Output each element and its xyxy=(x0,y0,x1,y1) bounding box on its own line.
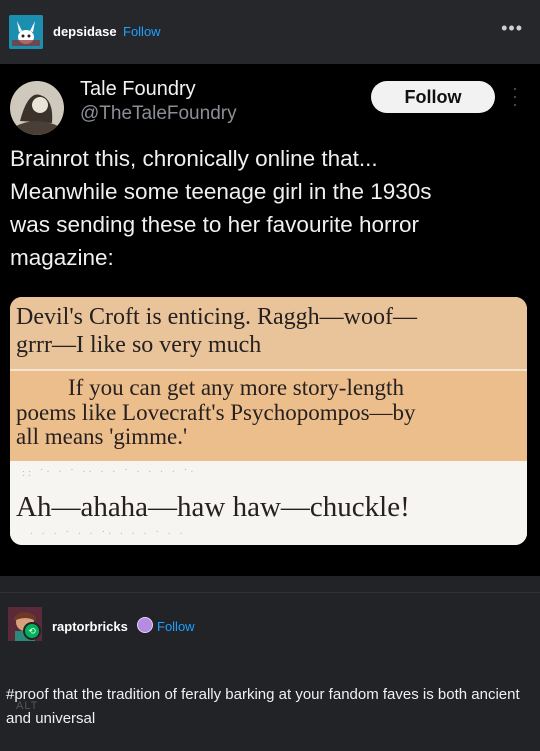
clipping-text: grrr—I like so very much xyxy=(16,332,262,358)
blog-badge-icon xyxy=(137,617,153,633)
reblog-header: ⟲ raptorbricks Follow xyxy=(0,592,540,657)
scan-noise: ˑ ˑ ˑ ˙ ˑ ˑ ˙ˑ ˑ ˑ ˑ ˙ ˑ ˑ xyxy=(30,529,186,541)
tweet-avatar xyxy=(10,81,64,135)
more-options-icon[interactable]: ••• xyxy=(501,18,523,39)
blog-name[interactable]: depsidase xyxy=(53,24,117,39)
blog-name[interactable]: raptorbricks xyxy=(52,619,128,634)
tweet-text-line: Meanwhile some teenage girl in the 1930s xyxy=(10,179,432,204)
post-header: depsidase Follow ••• xyxy=(0,0,540,64)
clipping-text: all means 'gimme.' xyxy=(16,424,188,449)
reblog-icon: ⟲ xyxy=(23,622,41,640)
follow-button[interactable]: Follow xyxy=(123,24,161,39)
clipping-text: poems like Lovecraft's Psychopompos—by xyxy=(16,400,416,425)
scanned-magazine-clipping: Devil's Croft is enticing. Raggh—woof— g… xyxy=(10,297,527,545)
tweet-follow-button: Follow xyxy=(371,81,495,113)
follow-button[interactable]: Follow xyxy=(157,619,195,634)
tweet-text-line: magazine: xyxy=(10,245,114,270)
tweet-image: Tale Foundry @TheTaleFoundry Follow · · · … xyxy=(0,64,540,576)
divider xyxy=(0,576,540,592)
tweet-text-line: Brainrot this, chronically online that..… xyxy=(10,146,378,171)
clipping-text: Ah—ahaha—haw haw—chuckle! xyxy=(16,491,410,523)
clipping-text: If you can get any more story-length xyxy=(68,375,404,400)
tweet-display-name: Tale Foundry xyxy=(80,78,196,100)
scan-noise: ːː ˙ˑ ˑ ˙ ˑˑ ˑ ˑ ˙ ˑ ˑ ˑ ˑ ˙ˑ xyxy=(22,467,197,479)
alt-text-badge[interactable]: ALT xyxy=(16,700,38,712)
post-tags[interactable]: #proof that the tradition of ferally bar… xyxy=(6,683,536,731)
tweet-text-line: was sending these to her favourite horro… xyxy=(10,212,419,237)
clipping-text: Devil's Croft is enticing. Raggh—woof— xyxy=(16,304,417,330)
avatar[interactable] xyxy=(9,15,43,49)
tweet-more-icon: · · · xyxy=(512,78,518,114)
tweet-handle: @TheTaleFoundry xyxy=(80,103,237,124)
tweet-text: Brainrot this, chronically online that..… xyxy=(10,142,525,274)
